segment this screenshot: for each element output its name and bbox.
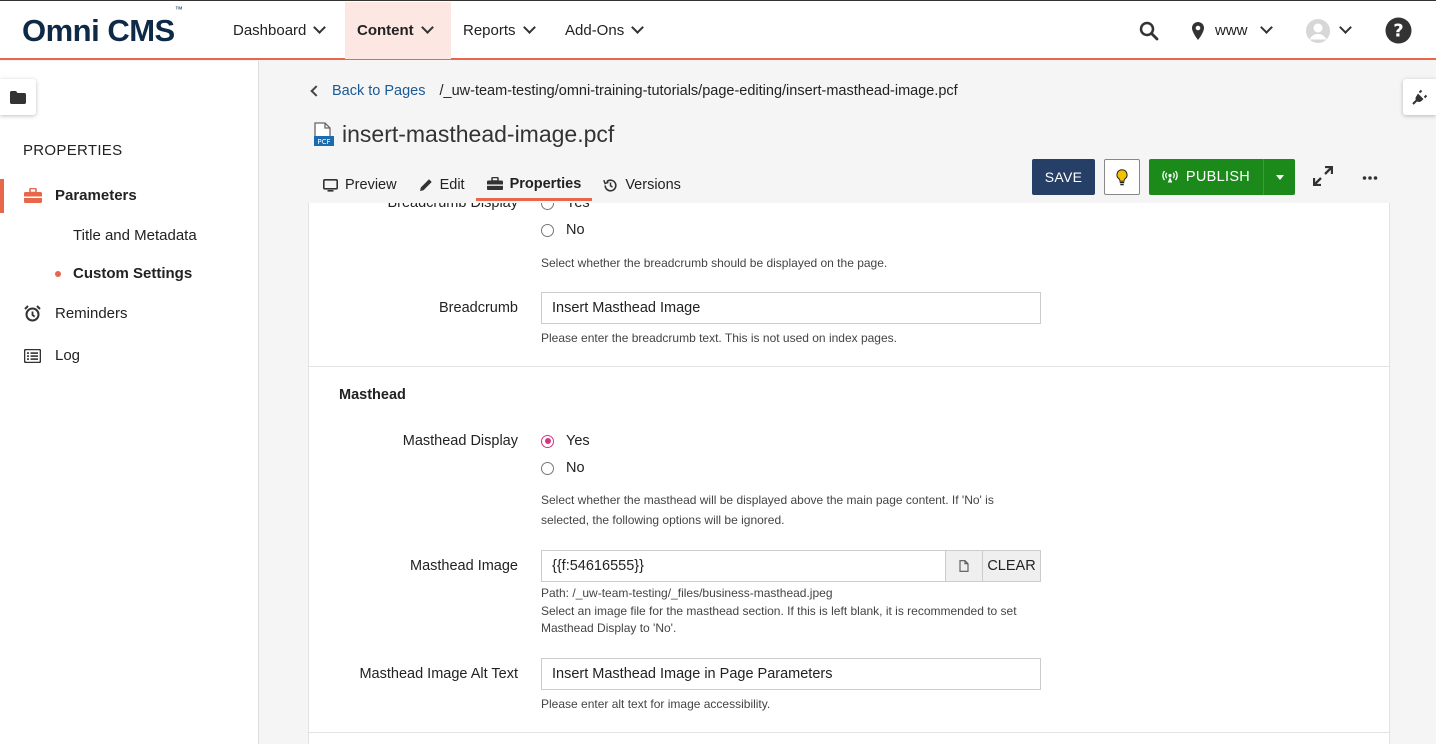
sidebar-item-custom-settings[interactable]: Custom Settings <box>55 265 192 282</box>
clear-button[interactable]: CLEAR <box>982 551 1040 581</box>
masthead-display-help: Select whether the masthead will be disp… <box>541 493 994 527</box>
tab-versions[interactable]: Versions <box>592 169 692 201</box>
folder-icon <box>10 90 26 104</box>
radio-icon[interactable] <box>541 223 554 237</box>
radio-icon[interactable] <box>541 461 554 475</box>
monitor-icon <box>323 178 338 192</box>
chevron-down-icon <box>1259 21 1273 34</box>
lightbulb-button[interactable] <box>1104 159 1140 195</box>
lightbulb-icon <box>1116 168 1128 185</box>
page-tabs: Preview Edit Properties Versions <box>312 169 692 203</box>
publish-button-group: PUBLISH <box>1149 159 1295 195</box>
radio-icon[interactable] <box>541 203 554 210</box>
chevron-down-icon <box>313 21 327 34</box>
chevron-left-icon <box>310 85 322 97</box>
sidebar-item-title-metadata[interactable]: Title and Metadata <box>73 227 197 244</box>
breadcrumb-display-label: Breadcrumb Display <box>387 203 518 211</box>
nav-content[interactable]: Content <box>345 2 451 59</box>
section-divider <box>309 366 1389 367</box>
tab-edit[interactable]: Edit <box>408 169 476 201</box>
user-menu[interactable] <box>1305 2 1352 59</box>
history-icon <box>603 178 617 192</box>
masthead-image-help: Path: /_uw-team-testing/_files/business-… <box>541 586 1017 635</box>
file-icon <box>959 560 969 572</box>
sidebar-heading: PROPERTIES <box>23 142 123 159</box>
nav-reports[interactable]: Reports <box>451 2 546 59</box>
location-pin-icon <box>1192 21 1204 40</box>
svg-text:?: ? <box>1393 21 1403 42</box>
sidebar-item-log[interactable]: Log <box>24 347 80 364</box>
breadcrumb: Back to Pages /_uw-team-testing/omni-tra… <box>310 83 958 99</box>
masthead-alt-input[interactable]: Insert Masthead Image in Page Parameters <box>541 658 1041 690</box>
tab-properties[interactable]: Properties <box>475 169 593 201</box>
browse-file-button[interactable] <box>945 551 982 581</box>
masthead-section-title: Masthead <box>339 387 406 403</box>
masthead-display-yes[interactable]: Yes <box>541 433 590 449</box>
active-dot-icon <box>55 270 61 277</box>
toolbox-icon <box>24 188 42 203</box>
masthead-display-label: Masthead Display <box>402 433 518 449</box>
gadgets-toggle-button[interactable] <box>1403 79 1436 115</box>
breadcrumb-display-yes[interactable]: Yes <box>541 203 590 211</box>
radio-checked-icon[interactable] <box>541 434 554 448</box>
pcf-file-icon: PCF <box>312 121 336 148</box>
breadcrumb-input[interactable]: Insert Masthead Image <box>541 292 1041 324</box>
chevron-down-icon <box>420 21 434 34</box>
masthead-display-no[interactable]: No <box>541 460 585 476</box>
section-divider <box>309 732 1389 733</box>
publish-button[interactable]: PUBLISH <box>1149 159 1263 195</box>
pencil-icon <box>419 179 432 191</box>
file-path: /_uw-team-testing/omni-training-tutorial… <box>439 83 958 99</box>
avatar-icon <box>1306 18 1330 43</box>
masthead-alt-help: Please enter alt text for image accessib… <box>541 697 771 711</box>
more-options-icon[interactable] <box>1362 165 1378 186</box>
svg-text:PCF: PCF <box>317 138 330 146</box>
omni-cms-logo[interactable]: Omni CMS™ <box>22 5 183 49</box>
page-title: PCF insert-masthead-image.pcf <box>312 121 614 148</box>
help-icon[interactable]: ? <box>1385 2 1412 59</box>
broadcast-icon <box>1162 171 1178 183</box>
tab-preview[interactable]: Preview <box>312 169 408 201</box>
alarm-clock-icon <box>24 305 41 322</box>
properties-sidebar: PROPERTIES Parameters Title and Metadata… <box>0 61 259 744</box>
site-selector[interactable]: www <box>1190 2 1273 59</box>
masthead-image-input[interactable]: {{f:54616555}} <box>542 551 945 581</box>
publish-dropdown-toggle[interactable] <box>1263 159 1295 195</box>
masthead-image-field: {{f:54616555}} CLEAR <box>541 550 1041 582</box>
list-icon <box>24 348 41 363</box>
breadcrumb-help: Please enter the breadcrumb text. This i… <box>541 331 897 345</box>
caret-down-icon <box>1275 174 1284 180</box>
chevron-down-icon <box>522 21 536 34</box>
breadcrumb-display-help: Select whether the breadcrumb should be … <box>541 256 888 270</box>
chevron-down-icon <box>631 21 645 34</box>
search-icon[interactable] <box>1139 2 1159 59</box>
expand-icon[interactable] <box>1312 165 1334 191</box>
properties-form: Breadcrumb Display Yes No Select whether… <box>308 203 1390 744</box>
sidebar-item-reminders[interactable]: Reminders <box>24 305 128 322</box>
plug-icon <box>1411 89 1427 105</box>
breadcrumb-label: Breadcrumb <box>439 300 518 316</box>
chevron-down-icon <box>1339 21 1352 34</box>
breadcrumb-display-no[interactable]: No <box>541 222 585 238</box>
nav-dashboard[interactable]: Dashboard <box>221 2 336 59</box>
masthead-alt-label: Masthead Image Alt Text <box>359 666 518 682</box>
save-button[interactable]: SAVE <box>1032 159 1095 195</box>
nav-add-ons[interactable]: Add-Ons <box>553 2 654 59</box>
back-to-pages-link[interactable]: Back to Pages <box>310 83 426 99</box>
sidebar-item-parameters[interactable]: Parameters <box>0 179 137 213</box>
main-content: Back to Pages /_uw-team-testing/omni-tra… <box>260 61 1436 744</box>
masthead-image-label: Masthead Image <box>409 558 518 574</box>
top-navbar: Omni CMS™ Dashboard Content Reports Add-… <box>0 0 1436 60</box>
folder-toggle-button[interactable] <box>0 79 36 115</box>
toolbox-icon <box>486 177 503 190</box>
